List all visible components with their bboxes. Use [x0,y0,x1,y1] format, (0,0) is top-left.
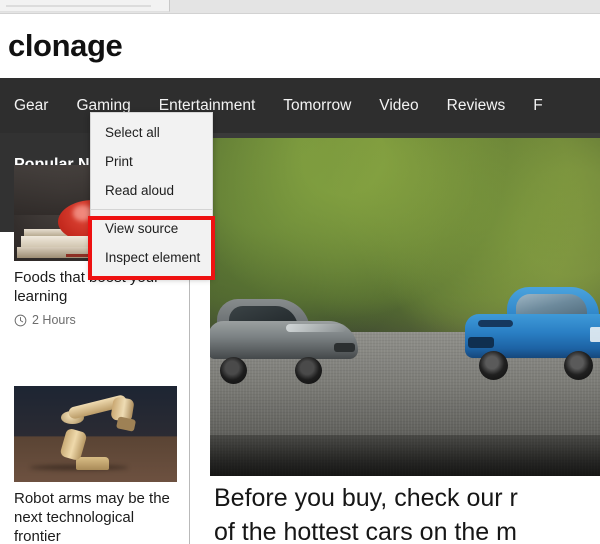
nav-item-overflow[interactable]: F [519,78,556,133]
menu-item-inspect-element[interactable]: Inspect element [91,243,212,272]
article-timestamp: 2 Hours [32,313,76,327]
browser-tab-title-placeholder [6,5,151,7]
menu-item-read-aloud[interactable]: Read aloud [91,176,212,205]
blue-toy-car [465,287,600,382]
nav-item-tomorrow[interactable]: Tomorrow [269,78,365,133]
clock-icon [14,314,27,326]
menu-item-select-all[interactable]: Select all [91,118,212,147]
nav-item-video[interactable]: Video [365,78,432,133]
hero-image-two-cars[interactable] [210,133,600,476]
list-item[interactable]: Robot arms may be the next technological… [14,386,177,544]
nav-item-gear[interactable]: Gear [0,78,62,133]
menu-separator [91,209,212,210]
gray-toy-car [210,298,358,386]
browser-chrome-strip [0,0,600,14]
page-root: clonage Gear Gaming Entertainment Tomorr… [0,0,600,544]
headline-line-2: of the hottest cars on the m [214,518,517,544]
page-title[interactable]: Before you buy, check our r of the hotte… [214,481,600,544]
site-logo[interactable]: clonage [8,29,123,63]
hero-foreground-shadow [210,434,600,476]
browser-tab[interactable] [0,0,170,12]
article-meta: 2 Hours [14,313,177,327]
menu-item-view-source[interactable]: View source [91,214,212,243]
headline-line-1: Before you buy, check our r [214,484,518,512]
nav-item-reviews[interactable]: Reviews [433,78,520,133]
hero-top-edge [210,133,600,138]
main-article: Before you buy, check our r of the hotte… [210,133,600,544]
article-title[interactable]: Robot arms may be the next technological… [14,489,177,544]
menu-item-print[interactable]: Print [91,147,212,176]
article-thumbnail-robot-arm [14,386,177,482]
context-menu: Select all Print Read aloud View source … [90,112,213,277]
site-header: clonage [0,15,600,78]
